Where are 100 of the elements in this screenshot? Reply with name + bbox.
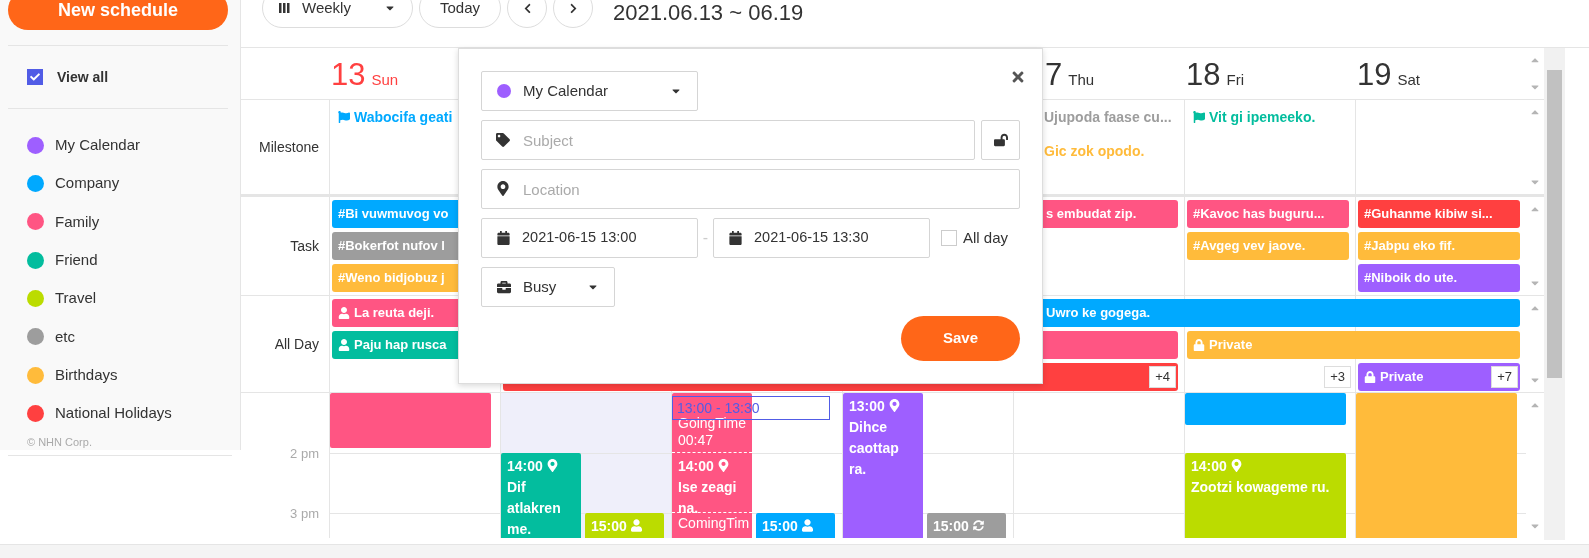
person-icon: [338, 339, 350, 351]
location-pin-icon: [1230, 459, 1242, 472]
event-title: Zootzi kowageme ru.: [1191, 478, 1331, 497]
event-title: Paju hap rusca: [354, 336, 447, 355]
end-date-field[interactable]: 2021-06-15 13:30: [713, 218, 930, 258]
more-count[interactable]: +4: [1149, 366, 1176, 388]
milestone-item[interactable]: Ujupoda faase cu...: [1044, 100, 1172, 134]
event-bar[interactable]: #Niboik do ute.: [1358, 264, 1520, 292]
event-time: 15:00: [591, 518, 627, 534]
calendar-name[interactable]: Travel: [55, 287, 97, 310]
subject-field[interactable]: Subject: [481, 120, 975, 160]
event-title: Dihce caottap ra.: [849, 418, 900, 479]
event-bar[interactable]: #Guhanme kibiw si...: [1358, 200, 1520, 228]
vertical-scrollbar[interactable]: [1544, 48, 1565, 540]
weekday-label: Sun: [371, 69, 399, 90]
weekday-label: Thu: [1068, 69, 1095, 90]
time-label: 3 pm: [290, 505, 319, 523]
calendar-name[interactable]: Company: [55, 172, 120, 195]
all-day-checkbox[interactable]: [941, 230, 957, 246]
calendar-icon: [729, 231, 742, 245]
milestone-item[interactable]: Gic zok opodo.: [1044, 134, 1145, 168]
view-all-label: View all: [57, 67, 109, 87]
all-day-label: All day: [963, 227, 1009, 248]
row-label: Milestone: [259, 137, 319, 157]
date-range: 2021.06.13 ~ 06.19: [613, 0, 804, 27]
event-block[interactable]: 14:00 Zootzi kowageme ru.: [1185, 453, 1346, 538]
weekday-label: Fri: [1226, 69, 1244, 90]
event-bar[interactable]: Private +7: [1358, 363, 1520, 391]
calendar-name[interactable]: My Calendar: [55, 134, 141, 157]
event-block[interactable]: 15:00: [585, 513, 664, 538]
event-bar[interactable]: Private: [1187, 331, 1355, 359]
day-number: 7: [1045, 59, 1063, 91]
row-label: All Day: [274, 334, 319, 354]
event-title: La reuta deji.: [354, 304, 435, 323]
event-time: 14:00: [678, 458, 714, 474]
event-block[interactable]: 14:00 Dif atlakren me.: [501, 453, 581, 538]
tag-icon: [496, 133, 510, 147]
person-icon: [630, 519, 642, 532]
close-icon[interactable]: [1010, 69, 1026, 85]
briefcase-icon: [497, 280, 511, 294]
event-title: Uwro ke gogega.: [1046, 304, 1151, 323]
event-bar[interactable]: #Avgeg vev jaove.: [1187, 232, 1349, 260]
lock-icon: [1364, 371, 1376, 383]
unlocked-icon: [993, 133, 1008, 147]
row-label: Task: [290, 236, 319, 256]
event-title: Private: [1380, 368, 1424, 387]
calendar-dropdown[interactable]: My Calendar: [481, 71, 698, 111]
privacy-button[interactable]: [981, 120, 1020, 160]
new-schedule-button[interactable]: New schedule: [8, 0, 228, 31]
event-time: 14:00: [507, 458, 543, 474]
milestone-item[interactable]: Vit gi ipemeeko.: [1193, 100, 1316, 134]
calendar-name[interactable]: National Holidays: [55, 402, 172, 425]
save-button[interactable]: Save: [901, 316, 1020, 361]
event-title: #Kavoc has buguru...: [1193, 205, 1325, 224]
event-time: 15:00: [933, 518, 969, 534]
flag-icon: [338, 111, 350, 123]
location-field[interactable]: Location: [481, 169, 1020, 209]
milestone-item[interactable]: Wabocifa geati: [338, 100, 453, 134]
calendar-name[interactable]: Family: [55, 210, 100, 234]
calendar-name: My Calendar: [523, 80, 610, 101]
location-pin-icon: [888, 399, 900, 412]
event-title: #Avgeg vev jaove.: [1193, 237, 1306, 256]
more-count[interactable]: +7: [1491, 366, 1518, 388]
event-title: #Bokerfot nufov l: [338, 237, 445, 256]
event-title: Private: [1209, 336, 1253, 355]
calendar-name[interactable]: Friend: [55, 248, 98, 272]
more-count[interactable]: +3: [1324, 366, 1351, 388]
event-block[interactable]: 15:00: [756, 513, 835, 538]
repeat-icon: [972, 519, 984, 532]
time-label: 2 pm: [290, 445, 319, 463]
person-icon: [801, 519, 813, 532]
event-time: 15:00: [762, 518, 798, 534]
event-block[interactable]: 15:00: [927, 513, 1006, 538]
day-number: 13: [331, 59, 366, 91]
scrollbar-thumb[interactable]: [1547, 70, 1562, 378]
event-block[interactable]: 13:00 Dihce caottap ra.: [843, 393, 923, 538]
event-bar[interactable]: #Jabpu eko fif.: [1358, 232, 1520, 260]
event-time: 13:00: [849, 398, 885, 414]
horizontal-scrollbar[interactable]: [0, 544, 1589, 558]
location-pin-icon: [717, 459, 729, 472]
milestone-title: Ujupoda faase cu...: [1044, 107, 1172, 127]
start-date-field[interactable]: 2021-06-15 13:00: [481, 218, 698, 258]
event-time: 14:00: [1191, 458, 1227, 474]
lock-icon: [1193, 339, 1205, 351]
milestone-title: Wabocifa geati: [354, 107, 453, 127]
milestone-title: Vit gi ipemeeko.: [1209, 107, 1316, 127]
calendar-name[interactable]: etc: [55, 325, 75, 348]
check-icon: [30, 72, 40, 83]
date-separator: -: [701, 228, 710, 248]
calendar-name[interactable]: Birthdays: [55, 363, 118, 387]
event-title: #Jabpu eko fif.: [1364, 237, 1456, 256]
state-dropdown[interactable]: Busy: [481, 267, 615, 307]
copyright: © NHN Corp.: [26, 434, 93, 450]
end-date-value: 2021-06-15 13:30: [754, 228, 869, 248]
start-date-value: 2021-06-15 13:00: [522, 228, 637, 248]
calendar-icon: [497, 231, 510, 245]
event-bar[interactable]: #Kavoc has buguru...: [1187, 200, 1349, 228]
view-all-checkbox[interactable]: [27, 69, 43, 86]
location-pin-icon: [546, 459, 558, 472]
columns-icon: [279, 3, 290, 13]
